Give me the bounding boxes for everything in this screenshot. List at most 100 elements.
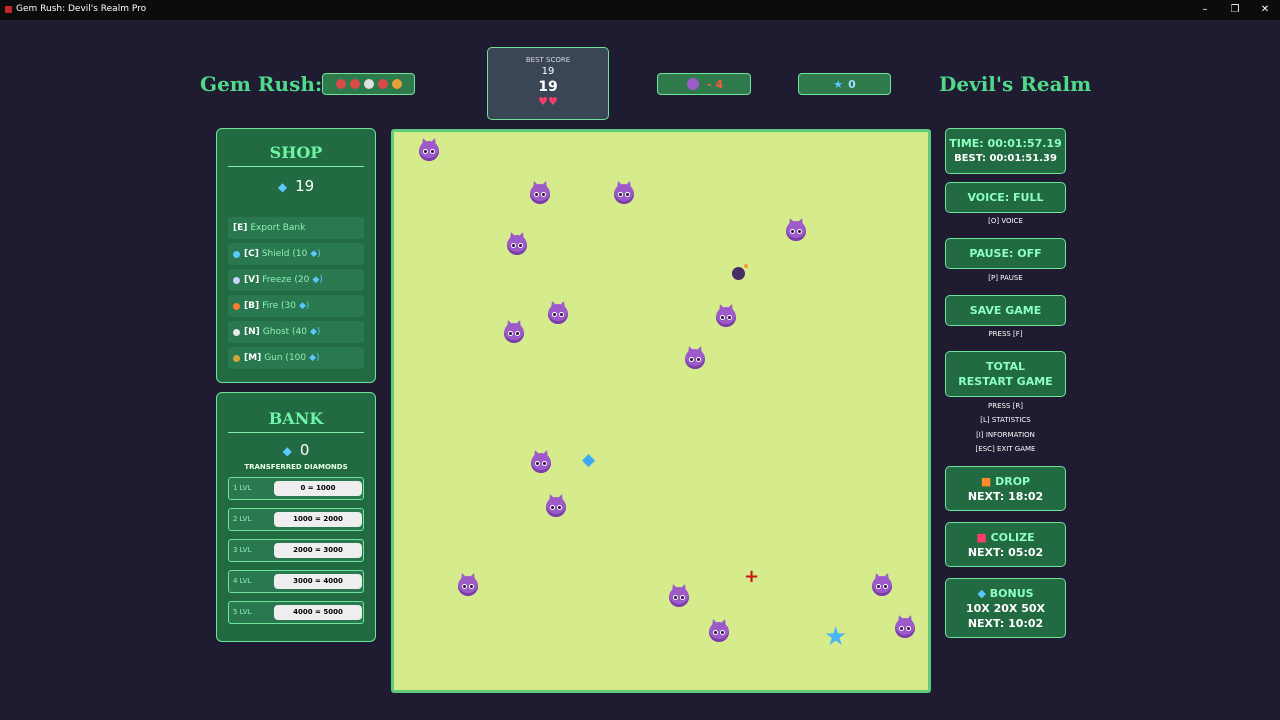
devil-enemy [531,453,551,473]
pause-button[interactable]: PAUSE: OFF [945,238,1066,269]
drop-next: NEXT: 18:02 [967,489,1044,503]
shop-title: SHOP [269,143,323,162]
devil-enemy [709,622,729,642]
bank-panel: BANK ◆ 0 TRANSFERRED DIAMONDS 1 LVL 0 = 1… [216,392,376,642]
devil-enemy [872,576,892,596]
game-title-right: Devil's Realm [939,72,1092,96]
faces-indicator [322,73,415,95]
game-board[interactable]: ◆ + ★ [391,129,931,693]
bank-level-2: 2 LVL 1000 = 2000 [228,508,364,531]
diamond-icon: ◆) [298,301,310,311]
save-hint: PRESS [F] [988,330,1023,338]
shop-item-label: Fire (30 [262,301,296,311]
face-icon [391,79,402,89]
devil-icon [686,78,699,90]
best-time-value: BEST: 00:01:51.39 [954,153,1057,164]
shop-item-label: Export Bank [250,223,306,233]
shop-item-shield[interactable]: [C] Shield (10 ◆) [228,243,364,265]
bank-title: BANK [268,409,324,428]
level-label: 5 LVL [233,608,252,616]
level-range: 4000 = 5000 [274,605,362,620]
gift-icon: ■ [980,474,992,488]
devil-enemy [614,184,634,204]
restart-game-button[interactable]: TOTAL RESTART GAME [945,351,1066,397]
shop-item-freeze[interactable]: [V] Freeze (20 ◆) [228,269,364,291]
shop-divider [228,166,364,167]
devil-enemy [716,307,736,327]
diamond-icon: ◆) [309,353,320,363]
devil-enemy [530,184,550,204]
bank-level-3: 3 LVL 2000 = 3000 [228,539,364,562]
shop-gem-count: ◆ 19 [217,177,375,195]
face-icon [377,79,388,89]
devil-enemy [685,349,705,369]
snowflake-icon [233,276,240,284]
shop-item-label: Freeze (20 [262,275,310,285]
colize-label: COLIZE [990,530,1035,544]
shop-item-label: Gun (100 [264,353,307,363]
skull-icon [363,79,374,89]
crosshair-icon: + [744,566,760,587]
save-label: SAVE GAME [969,304,1042,317]
shop-item-export-bank[interactable]: [E] Export Bank [228,217,364,239]
star-counter-value: 0 [848,77,856,91]
devil-enemy [419,141,439,161]
devil-counter: - 4 [657,73,751,95]
app-icon [5,6,12,13]
time-value: TIME: 00:01:57.19 [949,137,1062,150]
voice-button[interactable]: VOICE: FULL [945,182,1066,213]
drop-timer: ■ DROP NEXT: 18:02 [945,466,1066,511]
bank-gem-value: 0 [299,441,310,459]
colize-next: NEXT: 05:02 [967,545,1044,559]
best-score-box: BEST SCORE 19 19 ♥♥ [487,47,609,120]
voice-hint: [O] VOICE [988,217,1023,225]
level-label: 3 LVL [233,546,252,554]
restart-hint: PRESS [R] [988,402,1023,410]
devil-enemy [895,618,915,638]
level-range: 2000 = 3000 [274,543,362,558]
diamond-icon: ◆ [282,444,292,458]
bank-divider [228,432,364,433]
bank-subtitle: TRANSFERRED DIAMONDS [244,463,348,471]
level-label: 4 LVL [233,577,252,585]
shop-item-gun[interactable]: [M] Gun (100 ◆) [228,347,364,369]
shop-item-fire[interactable]: [B] Fire (30 ◆) [228,295,364,317]
level-range: 3000 = 4000 [274,574,362,589]
pause-hint: [P] PAUSE [988,274,1023,282]
shop-item-key: [E] [233,223,248,233]
bonus-timer: ◆ BONUS 10X 20X 50X NEXT: 10:02 [945,578,1066,638]
best-score-label: BEST SCORE [525,56,571,64]
close-icon[interactable]: ✕ [1256,2,1274,18]
information-hint: [I] INFORMATION [976,431,1035,439]
colize-timer: ■ COLIZE NEXT: 05:02 [945,522,1066,567]
restore-icon[interactable]: ❐ [1226,2,1244,18]
square-icon: ■ [976,530,987,544]
devil-enemy [669,587,689,607]
shop-item-key: [C] [244,249,259,259]
drop-label: DROP [995,474,1031,488]
diamond-icon: ◆) [312,275,323,285]
game-title-left: Gem Rush: [200,72,323,96]
bank-gem-count: ◆ 0 [217,441,375,459]
devil-enemy [507,235,527,255]
bank-level-5: 5 LVL 4000 = 5000 [228,601,364,624]
diamond-icon: ◆) [310,327,321,337]
devil-counter-value: - 4 [706,77,724,91]
star-icon: ★ [824,622,848,652]
timer-display: TIME: 00:01:57.19 BEST: 00:01:51.39 [945,128,1066,174]
diamond-icon: ◆ [582,450,596,470]
exit-hint: [ESC] EXIT GAME [975,445,1036,453]
shop-item-key: [N] [244,327,260,337]
level-label: 2 LVL [233,515,252,523]
bonus-multipliers: 10X 20X 50X [965,601,1046,615]
star-icon: ★ [833,77,844,91]
diamond-icon: ◆) [310,249,321,259]
bonus-label: BONUS [989,586,1034,600]
shop-item-key: [V] [244,275,260,285]
shop-item-key: [M] [244,353,262,363]
minimize-icon[interactable]: – [1196,2,1214,18]
shop-panel: SHOP ◆ 19 [E] Export Bank [C] Shield (10 … [216,128,376,383]
shield-icon [233,250,240,258]
save-game-button[interactable]: SAVE GAME [945,295,1066,326]
shop-item-ghost[interactable]: [N] Ghost (40 ◆) [228,321,364,343]
